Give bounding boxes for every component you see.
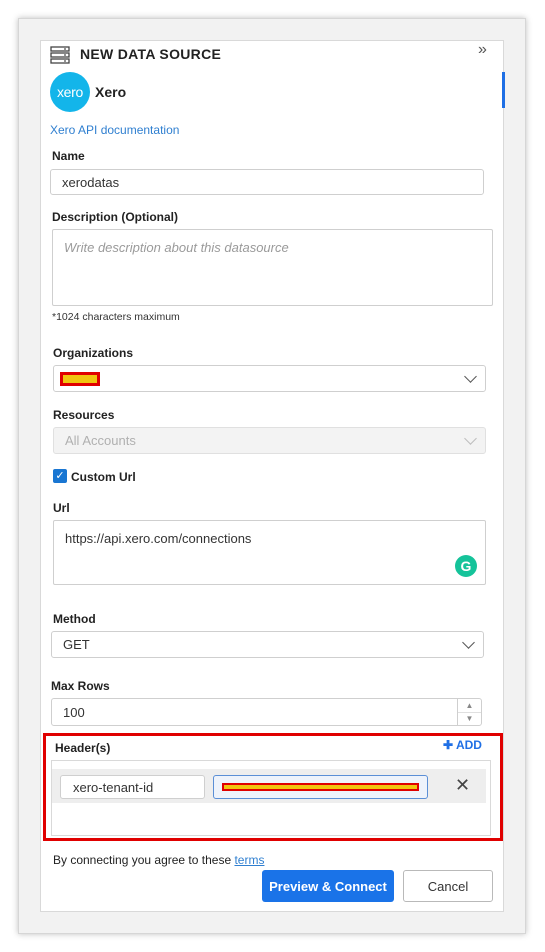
add-header-label: ADD: [455, 738, 482, 752]
method-label: Method: [53, 612, 96, 626]
url-value: https://api.xero.com/connections: [65, 531, 252, 546]
preview-connect-button[interactable]: Preview & Connect: [262, 870, 394, 902]
add-header-button[interactable]: ✚ ADD: [443, 738, 482, 752]
stepper-up-icon[interactable]: ▲: [458, 699, 481, 713]
custom-url-checkbox[interactable]: ✓: [53, 469, 67, 483]
terms-link[interactable]: terms: [234, 853, 264, 867]
name-input[interactable]: xerodatas: [50, 169, 484, 195]
url-label: Url: [53, 501, 70, 515]
header-key-input[interactable]: xero-tenant-id: [60, 775, 205, 799]
headers-label: Header(s): [55, 741, 111, 755]
double-chevron-right-icon[interactable]: »: [478, 42, 496, 58]
resources-select[interactable]: All Accounts: [53, 427, 486, 454]
resources-select-value: All Accounts: [65, 433, 136, 448]
header-key-value: xero-tenant-id: [73, 779, 154, 795]
chevron-down-icon: [464, 431, 477, 445]
redacted-header-value: [222, 783, 419, 791]
resources-label: Resources: [53, 408, 115, 422]
stepper-down-icon[interactable]: ▼: [458, 713, 481, 726]
custom-url-label: Custom Url: [71, 470, 136, 484]
chevron-down-icon: [464, 369, 477, 383]
url-textarea[interactable]: https://api.xero.com/connections: [53, 520, 486, 585]
organizations-label: Organizations: [53, 346, 134, 360]
terms-notice: By connecting you agree to these terms: [53, 853, 264, 867]
datasource-icon: [50, 46, 70, 64]
name-label: Name: [52, 149, 85, 163]
method-select[interactable]: GET: [51, 631, 484, 658]
panel-title: NEW DATA SOURCE: [80, 46, 222, 62]
name-input-value: xerodatas: [62, 174, 120, 190]
panel-edge-accent: [502, 72, 505, 108]
provider-name: Xero: [95, 84, 127, 100]
header-value-input[interactable]: [213, 775, 428, 799]
organizations-select[interactable]: [53, 365, 486, 392]
character-limit-note: *1024 characters maximum: [52, 311, 180, 323]
redacted-organization: [60, 371, 100, 386]
max-rows-value: 100: [63, 704, 85, 720]
description-label: Description (Optional): [52, 210, 178, 224]
max-rows-label: Max Rows: [51, 679, 110, 693]
grammarly-icon[interactable]: G: [455, 555, 477, 577]
xero-logo: xero: [50, 72, 90, 112]
method-select-value: GET: [63, 637, 90, 652]
description-textarea[interactable]: Write description about this datasource: [52, 229, 493, 306]
chevron-down-icon: [462, 635, 475, 649]
max-rows-input[interactable]: 100 ▲ ▼: [51, 698, 482, 726]
plus-icon: ✚: [443, 738, 454, 752]
description-placeholder: Write description about this datasource: [64, 240, 289, 255]
remove-header-icon[interactable]: ✕: [455, 776, 471, 794]
cancel-button[interactable]: Cancel: [403, 870, 493, 902]
terms-text: By connecting you agree to these: [53, 853, 235, 867]
number-stepper[interactable]: ▲ ▼: [457, 699, 481, 725]
api-documentation-link[interactable]: Xero API documentation: [50, 123, 179, 137]
